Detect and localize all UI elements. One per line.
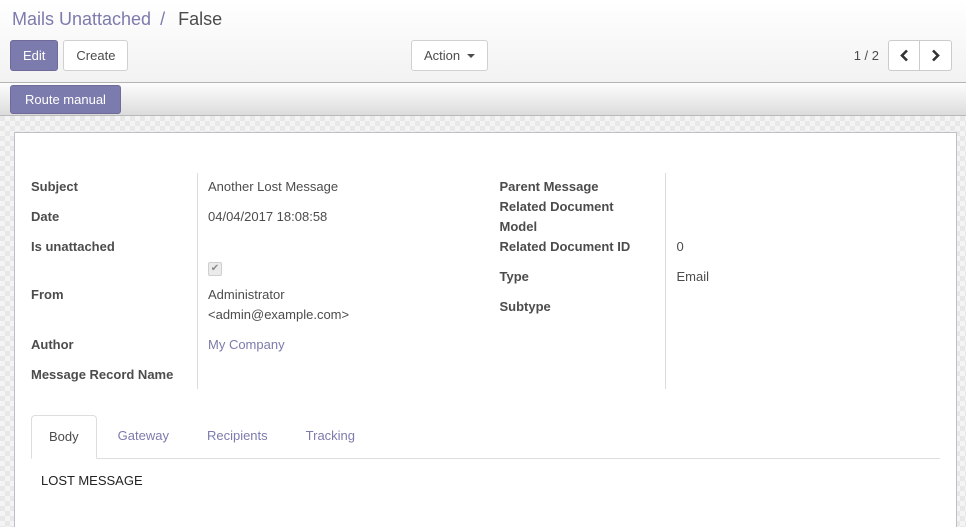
action-dropdown-button[interactable]: Action: [411, 40, 489, 71]
breadcrumb-current: False: [178, 9, 223, 29]
field-row-type: Type Email: [500, 267, 941, 287]
breadcrumb-separator: /: [160, 9, 166, 29]
chevron-right-icon: [932, 49, 940, 62]
is-unattached-checkbox[interactable]: ✔: [208, 262, 222, 276]
field-label: Is unattached: [31, 239, 115, 254]
field-label: Subject: [31, 179, 78, 194]
field-group-left: Subject Another Lost Message Date 04/04/…: [31, 173, 486, 389]
edit-button[interactable]: Edit: [10, 40, 59, 71]
field-value: [197, 365, 486, 385]
author-link[interactable]: My Company: [208, 337, 285, 352]
create-button[interactable]: Create: [63, 40, 129, 71]
form-view-background: Subject Another Lost Message Date 04/04/…: [0, 116, 966, 527]
field-value: ✔: [197, 237, 486, 277]
field-label: Parent Message: [499, 179, 599, 194]
label-divider: [664, 173, 666, 389]
form-sheet: Subject Another Lost Message Date 04/04/…: [14, 132, 957, 527]
tab-gateway[interactable]: Gateway: [101, 415, 186, 459]
field-label: Message Record Name: [31, 367, 174, 382]
statusbar: Route manual: [0, 83, 966, 116]
field-row-message-record-name: Message Record Name: [31, 365, 486, 385]
breadcrumb: Mails Unattached / False: [0, 0, 966, 30]
field-value: Another Lost Message: [208, 179, 339, 194]
field-row-from: From Administrator <admin@example.com>: [31, 285, 486, 325]
field-value: My Company: [197, 335, 486, 355]
caret-down-icon: [467, 53, 476, 58]
check-icon: ✔: [210, 263, 220, 274]
notebook-tabs: Body Gateway Recipients Tracking: [31, 415, 940, 459]
tab-tracking[interactable]: Tracking: [289, 415, 372, 459]
field-groups: Subject Another Lost Message Date 04/04/…: [31, 173, 941, 389]
body-tab-panel: LOST MESSAGE: [31, 459, 940, 503]
field-value: [666, 177, 941, 197]
pager-counter: 1 / 2: [853, 48, 879, 63]
pager-buttons: [888, 40, 952, 71]
action-dropdown-label: Action: [424, 48, 461, 63]
field-row-related-document-id: Related Document ID 0: [500, 237, 941, 257]
chevron-left-icon: [899, 49, 908, 62]
field-row-author: Author My Company: [31, 335, 486, 355]
toolbar: Edit Create Action 1 / 2: [10, 40, 952, 71]
breadcrumb-parent-link[interactable]: Mails Unattached: [12, 9, 151, 29]
previous-record-button[interactable]: [888, 40, 920, 71]
field-value: Email: [676, 269, 710, 284]
field-label: Related Document Model: [499, 199, 614, 234]
field-value: 04/04/2017 18:08:58: [208, 209, 328, 224]
field-row-date: Date 04/04/2017 18:08:58: [31, 207, 486, 227]
tab-recipients[interactable]: Recipients: [190, 415, 285, 459]
field-row-related-document-model: Related Document Model: [500, 197, 941, 237]
tab-body[interactable]: Body: [31, 415, 97, 459]
field-label: Type: [499, 269, 529, 284]
field-label: Subtype: [499, 299, 551, 314]
field-group-right: Parent Message Related Document Model Re…: [486, 173, 941, 389]
field-value: 0: [676, 239, 684, 254]
field-value: [666, 297, 941, 317]
message-body-text: LOST MESSAGE: [41, 473, 143, 488]
label-divider: [197, 173, 198, 389]
field-row-parent-message: Parent Message: [500, 177, 941, 197]
pager: 1 / 2: [854, 40, 952, 71]
field-label: Related Document ID: [499, 239, 631, 254]
form-header: Mails Unattached / False Edit Create Act…: [0, 0, 966, 83]
field-value: [666, 197, 941, 237]
route-manual-button[interactable]: Route manual: [10, 84, 121, 114]
field-row-subtype: Subtype: [500, 297, 941, 317]
field-label: Author: [31, 337, 74, 352]
field-label: Date: [31, 209, 60, 224]
field-value: Administrator <admin@example.com>: [208, 287, 350, 322]
field-row-is-unattached: Is unattached ✔: [31, 237, 486, 277]
field-row-subject: Subject Another Lost Message: [31, 177, 486, 197]
next-record-button[interactable]: [920, 40, 952, 71]
field-label: From: [31, 287, 64, 302]
